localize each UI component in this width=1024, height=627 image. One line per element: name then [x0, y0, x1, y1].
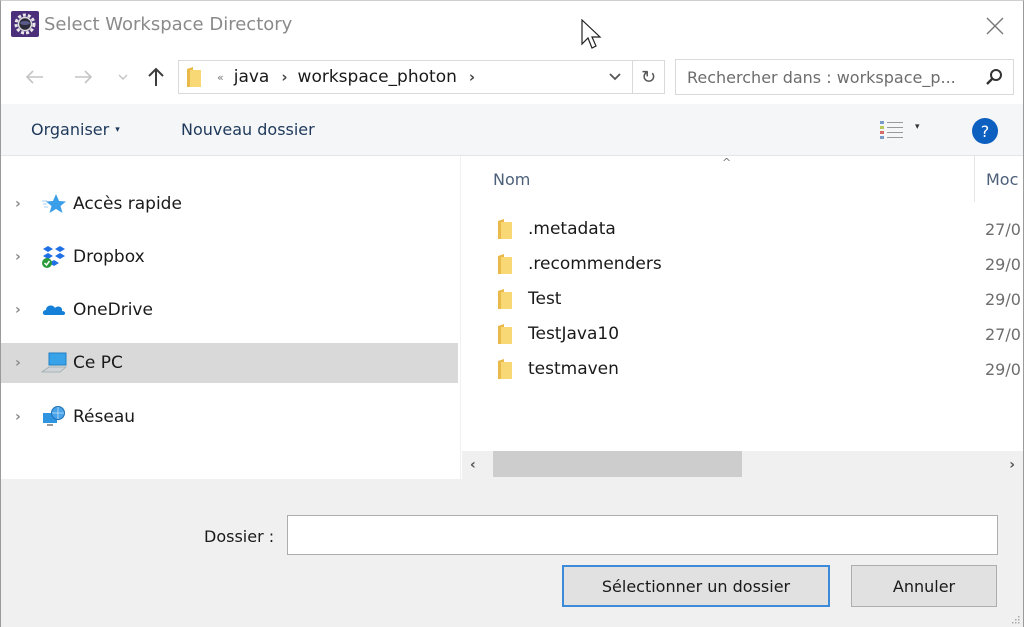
network-icon	[43, 406, 65, 426]
title-bar: Select Workspace Directory	[1, 1, 1023, 51]
address-dropdown-button[interactable]	[608, 68, 624, 86]
scrollbar-thumb[interactable]	[493, 451, 742, 477]
sort-ascending-icon: ^	[722, 156, 732, 169]
folder-name-input[interactable]	[287, 515, 998, 555]
file-name: .metadata	[528, 219, 616, 239]
expand-chevron-icon[interactable]: ›	[15, 302, 27, 318]
column-header-name[interactable]: Nom	[493, 170, 530, 189]
folder-icon	[498, 219, 512, 239]
dialog-footer: Dossier : Sélectionner un dossier Annule…	[1, 479, 1023, 627]
new-folder-button[interactable]: Nouveau dossier	[181, 120, 315, 139]
file-name: TestJava10	[528, 324, 620, 344]
folder-label: Dossier :	[204, 527, 275, 546]
folder-icon	[498, 324, 512, 344]
caret-down-icon: ▾	[115, 125, 120, 135]
expand-chevron-icon[interactable]: ›	[15, 196, 27, 212]
view-options-dropdown[interactable]: ▾	[915, 122, 920, 132]
nav-item-label: Accès rapide	[73, 194, 182, 214]
folder-icon	[187, 67, 201, 87]
command-bar: Organiser ▾ Nouveau dossier ▾ ?	[1, 104, 1023, 156]
file-date: 27/0	[985, 324, 1021, 344]
refresh-icon: ↻	[640, 66, 657, 88]
expand-chevron-icon[interactable]: ›	[15, 249, 27, 265]
select-folder-button[interactable]: Sélectionner un dossier	[562, 565, 830, 607]
help-button[interactable]: ?	[972, 118, 998, 144]
navigation-pane: › Accès rapide › Dropbox › OneDrive › Ce…	[1, 156, 461, 479]
file-row[interactable]: testmaven 29/0	[462, 352, 1023, 386]
close-button[interactable]	[975, 9, 1015, 43]
search-icon[interactable]	[985, 68, 1003, 86]
column-separator[interactable]	[974, 156, 975, 202]
nav-item-label: Ce PC	[73, 353, 123, 373]
organise-menu-button[interactable]: Organiser ▾	[31, 120, 120, 139]
file-date: 29/0	[985, 289, 1021, 309]
file-row[interactable]: Test 29/0	[462, 282, 1023, 316]
arrow-up-icon	[148, 67, 164, 86]
nav-item-dropbox[interactable]: › Dropbox	[1, 237, 458, 277]
file-date: 29/0	[985, 254, 1021, 274]
breadcrumb-separator[interactable]: ›	[281, 68, 287, 86]
file-list: ^ Nom Moc .metadata 27/0 .recommenders 2…	[462, 156, 1023, 479]
refresh-button[interactable]: ↻	[633, 60, 665, 94]
arrow-right-icon	[75, 70, 92, 84]
nav-item-label: Dropbox	[73, 247, 145, 267]
mouse-cursor-icon	[581, 19, 602, 49]
file-name: .recommenders	[528, 254, 662, 274]
navigation-bar: « java › workspace_photon › ↻	[1, 56, 1023, 100]
resize-grip-icon[interactable]	[1010, 614, 1020, 624]
file-row[interactable]: .recommenders 29/0	[462, 247, 1023, 281]
breadcrumb-java[interactable]: java	[234, 67, 270, 87]
file-date: 29/0	[985, 359, 1021, 379]
window-title: Select Workspace Directory	[44, 14, 293, 35]
file-row[interactable]: .metadata 27/0	[462, 212, 1023, 246]
nav-item-onedrive[interactable]: › OneDrive	[1, 290, 458, 330]
eclipse-gear-icon	[11, 11, 39, 37]
nav-item-network[interactable]: › Réseau	[1, 397, 458, 437]
nav-item-this-pc[interactable]: › Ce PC	[1, 343, 458, 383]
file-date: 27/0	[985, 219, 1021, 239]
dropbox-icon	[42, 246, 65, 268]
search-input[interactable]	[676, 60, 976, 94]
nav-item-label: Réseau	[73, 407, 136, 427]
nav-item-label: OneDrive	[73, 300, 153, 320]
back-button[interactable]	[21, 62, 49, 92]
nav-item-quick-access[interactable]: › Accès rapide	[1, 184, 458, 224]
view-details-icon[interactable]	[878, 118, 906, 142]
cancel-button[interactable]: Annuler	[851, 565, 997, 607]
computer-icon	[41, 352, 67, 373]
onedrive-cloud-icon	[42, 305, 66, 315]
folder-icon	[498, 254, 512, 274]
file-name: Test	[528, 289, 562, 309]
file-row[interactable]: TestJava10 27/0	[462, 317, 1023, 351]
organise-label: Organiser	[31, 120, 110, 139]
help-icon: ?	[980, 121, 990, 141]
file-name: testmaven	[528, 359, 619, 379]
arrow-left-icon	[26, 70, 43, 84]
folder-icon	[498, 289, 512, 309]
up-button[interactable]	[142, 62, 170, 92]
scroll-right-button[interactable]: ›	[1009, 457, 1015, 473]
horizontal-scrollbar[interactable]: ‹ ›	[462, 451, 1023, 479]
breadcrumb-overflow-button[interactable]: «	[217, 71, 224, 84]
chevron-down-icon	[118, 74, 128, 80]
search-box[interactable]	[675, 59, 1014, 95]
address-bar[interactable]: « java › workspace_photon ›	[178, 60, 633, 94]
breadcrumb-workspace-photon[interactable]: workspace_photon	[298, 67, 457, 87]
expand-chevron-icon[interactable]: ›	[15, 355, 27, 371]
folder-icon	[498, 359, 512, 379]
chevron-down-icon	[609, 73, 621, 81]
breadcrumb-separator[interactable]: ›	[469, 68, 475, 86]
recent-locations-button[interactable]	[109, 62, 137, 92]
quick-access-star-icon	[42, 194, 66, 213]
select-workspace-dialog: Select Workspace Directory « java › work…	[0, 0, 1024, 627]
expand-chevron-icon[interactable]: ›	[15, 409, 27, 425]
scroll-left-button[interactable]: ‹	[470, 457, 476, 473]
column-header-modified[interactable]: Moc	[986, 170, 1018, 189]
forward-button[interactable]	[69, 62, 97, 92]
close-icon	[986, 17, 1004, 35]
